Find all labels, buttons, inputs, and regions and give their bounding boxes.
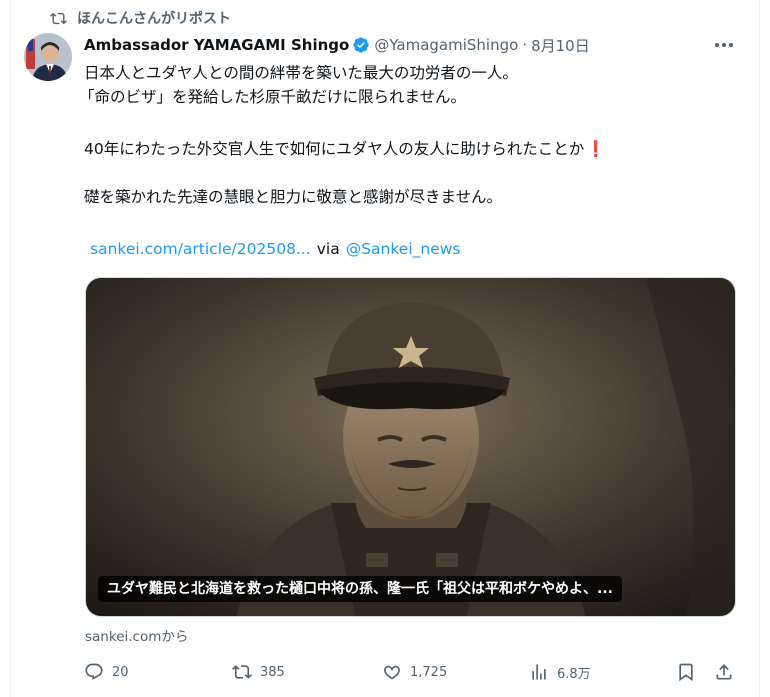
repost-icon <box>50 12 67 24</box>
repost-label: ほんこんさんがリポスト <box>77 11 231 27</box>
verified-badge-icon[interactable] <box>352 36 370 54</box>
reply-count: 20 <box>112 664 129 680</box>
author-handle[interactable]: @YamagamiShingo <box>374 36 518 54</box>
tweet-text-line: 「命のビザ」を発給した杉原千畝だけに限られません。 <box>79 88 467 106</box>
more-dot-icon <box>715 43 719 47</box>
analytics-icon <box>532 664 546 680</box>
like-count: 1,725 <box>410 664 448 680</box>
repost-button[interactable]: 385 <box>232 662 285 682</box>
tweet-link-line: sankei.com/article/202508... via @Sankei_n… <box>90 238 461 260</box>
timeline-right-border <box>759 0 760 697</box>
timeline-left-border <box>10 0 11 697</box>
bookmark-icon <box>679 663 693 682</box>
views-button[interactable]: 6.8万 <box>529 662 591 682</box>
repost-count: 385 <box>260 664 285 680</box>
via-text: via <box>316 240 340 258</box>
repost-icon <box>232 665 252 679</box>
author-name[interactable]: Ambassador YAMAGAMI Shingo <box>84 36 349 54</box>
mention-link[interactable]: @Sankei_news <box>346 240 461 258</box>
more-dot-icon <box>729 43 733 47</box>
header-separator: · <box>522 36 528 54</box>
exclamation-emoji: ❗ <box>586 140 606 158</box>
more-options-button[interactable] <box>713 36 735 54</box>
tweet-text-line: 40年にわたった外交官人生で如何にユダヤ人の友人に助けられたことか ❗ <box>84 138 744 160</box>
more-dot-icon <box>722 43 726 47</box>
heart-icon <box>384 665 400 680</box>
tweet-header: Ambassador YAMAGAMI Shingo @YamagamiShin… <box>84 33 590 57</box>
card-caption: ユダヤ難民と北海道を救った樋口中将の孫、隆一氏「祖父は平和ボケやめよ、... <box>98 576 622 602</box>
avatar[interactable] <box>24 33 72 81</box>
link-preview-card[interactable]: ユダヤ難民と北海道を救った樋口中将の孫、隆一氏「祖父は平和ボケやめよ、... <box>85 277 736 617</box>
reply-icon <box>85 663 103 680</box>
article-photo <box>86 278 735 616</box>
views-count: 6.8万 <box>557 666 591 682</box>
repost-indicator[interactable]: ほんこんさんがリポスト <box>50 7 231 29</box>
tweet-text-line: 日本人とユダヤ人との間の絆帯を築いた最大の功労者の一人。 <box>84 64 518 82</box>
tweet-text-segment: 40年にわたった外交官人生で如何にユダヤ人の友人に助けられたことか <box>84 140 585 158</box>
avatar-photo <box>24 33 72 81</box>
card-source[interactable]: sankei.comから <box>85 625 188 645</box>
bookmark-button[interactable] <box>676 662 696 682</box>
tweet-actions-bar: 20 385 1,725 6.8万 <box>84 656 744 692</box>
tweet-text-line: 礎を築かれた先達の慧眼と胆力に敬意と感謝が尽きません。 <box>84 188 503 206</box>
share-icon <box>716 664 732 680</box>
like-button[interactable]: 1,725 <box>382 662 447 682</box>
reply-button[interactable]: 20 <box>84 662 129 682</box>
post-date[interactable]: 8月10日 <box>531 35 590 56</box>
article-link[interactable]: sankei.com/article/202508... <box>90 240 311 258</box>
share-button[interactable] <box>714 662 734 682</box>
